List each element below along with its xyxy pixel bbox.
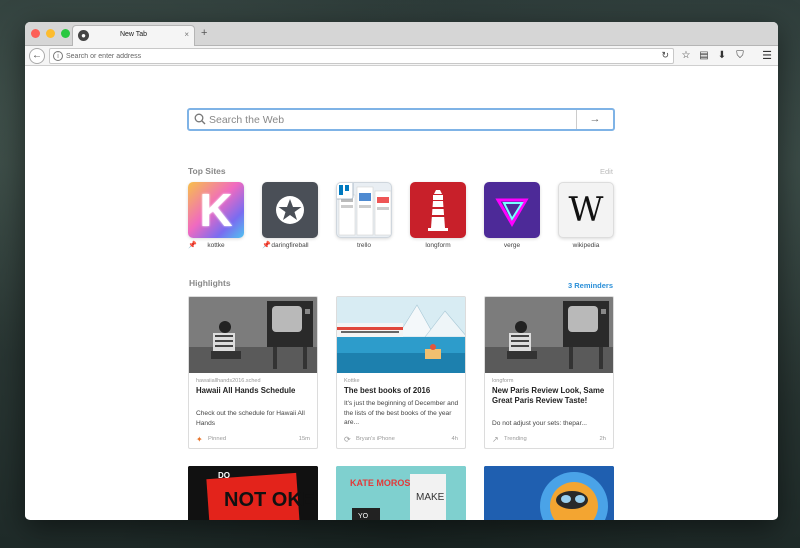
hamburger-menu-icon[interactable]: ☰ [762,49,772,62]
card-description: Do not adjust your sets: thepar... [492,420,587,427]
download-icon[interactable]: ⬇ [717,49,727,62]
url-bar[interactable]: i ↻ [49,48,674,64]
wikipedia-logo: W [558,182,614,238]
trending-icon: ↗ [492,435,499,444]
card-art-text: KATE MOROSS [350,478,416,488]
card-image [485,297,613,373]
new-tab-page: → Top Sites Edit K 📌 kottke 📌 daringfire… [25,66,778,520]
minimize-window-button[interactable] [46,29,55,38]
search-icon [194,113,206,125]
card-footer: ✦ Pinned 15m [196,435,310,444]
card-image: DO NOT OKEY [188,466,318,520]
bookmark-star-icon[interactable]: ☆ [681,49,691,62]
card-status: Bryan's iPhone [356,436,395,442]
window-controls [31,29,70,38]
highlight-card-partial[interactable]: KATE MOROSS MAKE YO [336,466,466,520]
card-title: New Paris Review Look, Same Great Paris … [492,386,605,405]
card-time: 4h [451,436,458,442]
url-input[interactable] [66,50,626,62]
pin-icon: 📌 [188,242,197,249]
star-icon [276,196,304,224]
card-art-text: YO [358,513,369,520]
card-art-text: MAKE [416,492,445,503]
highlight-card-partial[interactable]: DO NOT OKEY [188,466,318,520]
top-sites-title: Top Sites [188,166,226,176]
card-image: KATE MOROSS MAKE YO [336,466,466,520]
sync-icon: ⟳ [344,435,351,444]
card-source: hawaiiallhands2016.sched [196,378,261,384]
toolbar-icons: ☆ ▤ ⬇ ⛉ [681,49,745,62]
card-description: It's just the beginning of December and … [344,400,459,426]
maximize-window-button[interactable] [61,29,70,38]
trello-screenshot [336,182,392,238]
card-title: The best books of 2016 [344,386,431,395]
kottke-logo: K [188,182,244,238]
top-site-label: wikipedia [572,242,600,249]
tab-new-tab[interactable]: ● New Tab × [72,25,195,46]
top-site-label: daringfireball [271,242,309,249]
card-time: 15m [298,436,310,442]
reading-list-icon[interactable]: ▤ [699,49,709,62]
card-image [484,466,614,520]
tab-close-button[interactable]: × [184,30,189,39]
lighthouse-icon [410,182,466,238]
card-source: longform [492,378,514,384]
top-site-longform[interactable]: longform [410,182,466,249]
search-submit-arrow-icon[interactable]: → [576,110,613,129]
top-site-label: kottke [207,242,225,249]
card-art-text-small: DO [218,471,230,480]
top-site-daringfireball[interactable]: 📌 daringfireball [262,182,318,249]
card-description: Check out the schedule for Hawaii All Ha… [196,410,305,427]
card-image [337,297,465,373]
card-art-text: NOT OKEY [224,489,318,511]
tab-bar: ● New Tab × + [25,22,778,46]
card-footer: ⟳ Bryan's iPhone 4h [344,435,458,444]
card-time: 2h [599,436,606,442]
card-image [189,297,317,373]
reload-icon[interactable]: ↻ [661,50,669,61]
top-site-trello[interactable]: trello [336,182,392,249]
highlight-card[interactable]: hawaiiallhands2016.sched Hawaii All Hand… [188,296,318,449]
card-title: Hawaii All Hands Schedule [196,386,296,395]
search-input[interactable] [209,112,569,127]
highlight-card-partial[interactable] [484,466,614,520]
navigation-bar: ← i ↻ ☆ ▤ ⬇ ⛉ ☰ [25,46,778,66]
back-button[interactable]: ← [29,48,45,64]
top-site-label: trello [356,242,372,249]
top-site-label: longform [425,242,451,249]
highlight-card[interactable]: Kottke The best books of 2016 It's just … [336,296,466,449]
top-site-kottke[interactable]: K 📌 kottke [188,182,244,249]
new-tab-button[interactable]: + [201,28,207,39]
pocket-icon[interactable]: ⛉ [735,49,745,62]
info-icon[interactable]: i [53,51,63,61]
reminders-link[interactable]: 3 Reminders [568,281,613,290]
browser-window: ● New Tab × + ← i ↻ ☆ ▤ ⬇ ⛉ ☰ → [25,22,778,520]
tab-title: New Tab [119,31,148,38]
highlights-title: Highlights [189,278,231,288]
top-site-label: verge [503,242,521,249]
top-site-verge[interactable]: verge [484,182,540,249]
daringfireball-logo [262,182,318,238]
verge-logo-icon [484,182,540,238]
card-footer: ↗ Trending 2h [492,435,606,444]
card-source: Kottke [344,378,360,384]
highlight-card[interactable]: longform New Paris Review Look, Same Gre… [484,296,614,449]
top-site-wikipedia[interactable]: W wikipedia [558,182,614,249]
close-window-button[interactable] [31,29,40,38]
pinned-icon: ✦ [196,435,203,444]
web-search-box[interactable]: → [187,108,615,131]
edit-top-sites-link[interactable]: Edit [600,167,613,176]
pin-icon: 📌 [262,242,271,249]
